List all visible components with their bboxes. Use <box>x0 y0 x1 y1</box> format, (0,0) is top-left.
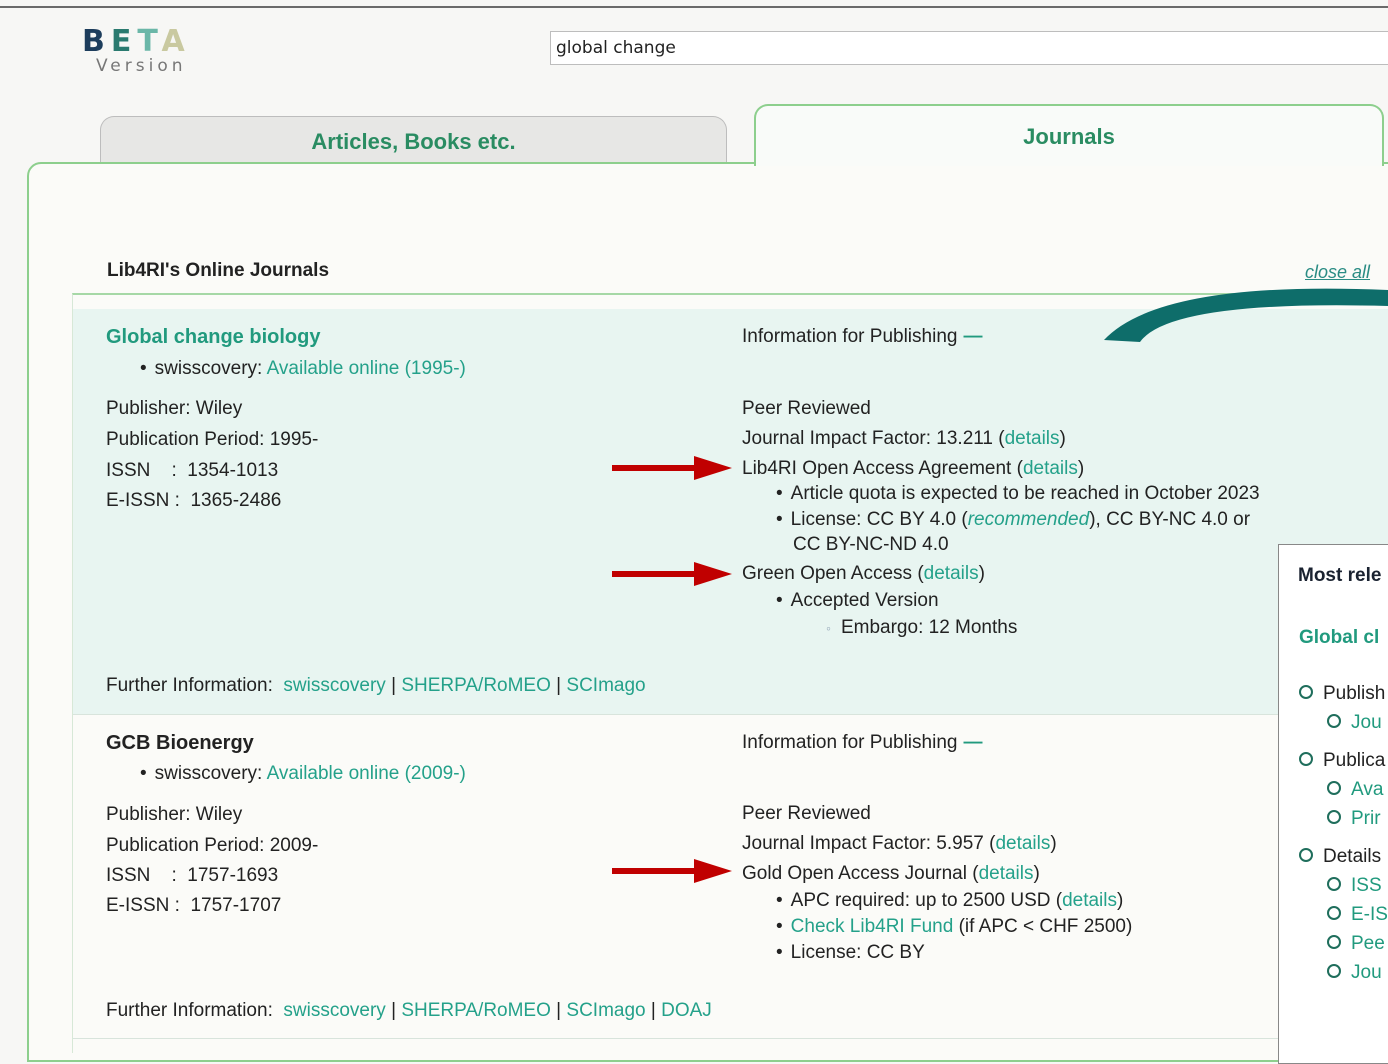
collapse-icon[interactable]: — <box>963 326 982 347</box>
info-publishing-toggle[interactable]: Information for Publishing — <box>742 326 982 348</box>
sherpa-romeo-link[interactable]: SHERPA/RoMEO <box>401 1000 551 1021</box>
details-link[interactable]: details <box>924 563 979 584</box>
license-line: License: CC BY 4.0 (recommended), CC BY-… <box>776 509 1250 531</box>
impact-factor: Journal Impact Factor: 13.211 (details) <box>742 428 1066 449</box>
journal-title: GCB Bioenergy <box>106 732 254 754</box>
search-input[interactable]: global change <box>550 31 1388 65</box>
logo-version-label: Version <box>96 56 187 76</box>
most-relevant-popup: Most rele Global cl Publish Jou Publica … <box>1278 544 1388 1064</box>
swisscovery-link[interactable]: swisscovery <box>283 675 385 696</box>
quota-note: Article quota is expected to be reached … <box>776 483 1260 505</box>
beta-logo[interactable]: BETA Version <box>82 24 191 77</box>
further-information: Further Information: swisscovery | SHERP… <box>106 1000 712 1021</box>
accepted-version: Accepted Version <box>776 590 939 612</box>
popup-item: Publish <box>1299 683 1385 705</box>
apc-required: APC required: up to 2500 USD (details) <box>776 890 1124 912</box>
scimago-link[interactable]: SCImago <box>566 1000 645 1021</box>
circle-bullet-icon <box>1299 684 1313 699</box>
availability-link[interactable]: Available online (1995-) <box>267 358 466 379</box>
popup-subitem[interactable]: Ava <box>1327 779 1383 801</box>
details-link[interactable]: details <box>1005 428 1060 449</box>
doaj-link[interactable]: DOAJ <box>661 1000 712 1021</box>
oa-agreement: Lib4RI Open Access Agreement (details) <box>742 458 1085 479</box>
circle-bullet-icon <box>1299 751 1313 766</box>
publication-period: Publication Period: 1995- <box>106 429 319 450</box>
popup-subitem[interactable]: Jou <box>1327 962 1382 984</box>
scimago-link[interactable]: SCImago <box>566 675 645 696</box>
collapse-icon[interactable]: — <box>963 732 982 753</box>
issn: ISSN : 1757-1693 <box>106 865 279 886</box>
impact-factor: Journal Impact Factor: 5.957 (details) <box>742 833 1057 854</box>
popup-subitem[interactable]: Pee <box>1327 933 1385 955</box>
circle-bullet-icon <box>1327 809 1341 824</box>
license-line: License: CC BY <box>776 942 925 964</box>
red-arrow-icon <box>612 859 732 883</box>
recommended-link[interactable]: recommended <box>968 509 1089 530</box>
details-link[interactable]: details <box>1062 890 1117 911</box>
embargo: Embargo: 12 Months <box>826 617 1017 639</box>
circle-bullet-icon <box>1327 780 1341 795</box>
gold-oa: Gold Open Access Journal (details) <box>742 863 1040 884</box>
fund-line: Check Lib4RI Fund (if APC < CHF 2500) <box>776 916 1133 938</box>
publisher: Publisher: Wiley <box>106 804 243 825</box>
tab-articles-books[interactable]: Articles, Books etc. <box>100 116 727 165</box>
e-issn: E-ISSN : 1757-1707 <box>106 895 282 916</box>
tab-journals[interactable]: Journals <box>754 104 1384 166</box>
circle-bullet-icon <box>1327 934 1341 949</box>
circle-bullet-icon <box>1327 905 1341 920</box>
swisscovery-availability: swisscovery: Available online (2009-) <box>140 763 466 785</box>
list-title: Lib4RI's Online Journals <box>107 260 330 281</box>
details-link[interactable]: details <box>995 833 1050 854</box>
swisscovery-availability: swisscovery: Available online (1995-) <box>140 358 466 380</box>
circle-bullet-icon <box>1327 963 1341 978</box>
red-arrow-icon <box>612 456 732 480</box>
publisher: Publisher: Wiley <box>106 398 243 419</box>
swisscovery-link[interactable]: swisscovery <box>283 1000 385 1021</box>
circle-bullet-icon <box>1327 713 1341 728</box>
fund-link[interactable]: Check Lib4RI Fund <box>791 916 954 937</box>
availability-link[interactable]: Available online (2009-) <box>267 763 466 784</box>
popup-subitem[interactable]: ISS <box>1327 875 1382 897</box>
e-issn: E-ISSN : 1365-2486 <box>106 490 282 511</box>
sherpa-romeo-link[interactable]: SHERPA/RoMEO <box>401 675 551 696</box>
circle-bullet-icon <box>1327 876 1341 891</box>
license-line-2: CC BY-NC-ND 4.0 <box>793 534 949 555</box>
popup-item: Publica <box>1299 750 1385 772</box>
popup-title[interactable]: Global cl <box>1299 627 1379 649</box>
further-information: Further Information: swisscovery | SHERP… <box>106 675 646 696</box>
journal-title-link[interactable]: Global change biology <box>106 326 320 348</box>
green-oa: Green Open Access (details) <box>742 563 985 584</box>
popup-subitem[interactable]: Prir <box>1327 808 1381 830</box>
entry-divider <box>73 714 1388 715</box>
popup-item: Details <box>1299 846 1381 868</box>
top-border <box>0 6 1388 8</box>
popup-heading: Most rele <box>1298 565 1382 586</box>
info-publishing-toggle[interactable]: Information for Publishing — <box>742 732 982 754</box>
entry-divider <box>73 1038 1388 1039</box>
peer-reviewed: Peer Reviewed <box>742 803 871 824</box>
circle-bullet-icon <box>1299 847 1313 862</box>
popup-subitem[interactable]: Jou <box>1327 712 1382 734</box>
curved-arrow-icon <box>1104 288 1388 342</box>
red-arrow-icon <box>612 562 732 586</box>
issn: ISSN : 1354-1013 <box>106 460 279 481</box>
popup-subitem[interactable]: E-IS <box>1327 904 1388 926</box>
publication-period: Publication Period: 2009- <box>106 835 319 856</box>
details-link[interactable]: details <box>1023 458 1078 479</box>
details-link[interactable]: details <box>979 863 1034 884</box>
logo-letters: BETA <box>82 24 191 59</box>
peer-reviewed: Peer Reviewed <box>742 398 871 419</box>
